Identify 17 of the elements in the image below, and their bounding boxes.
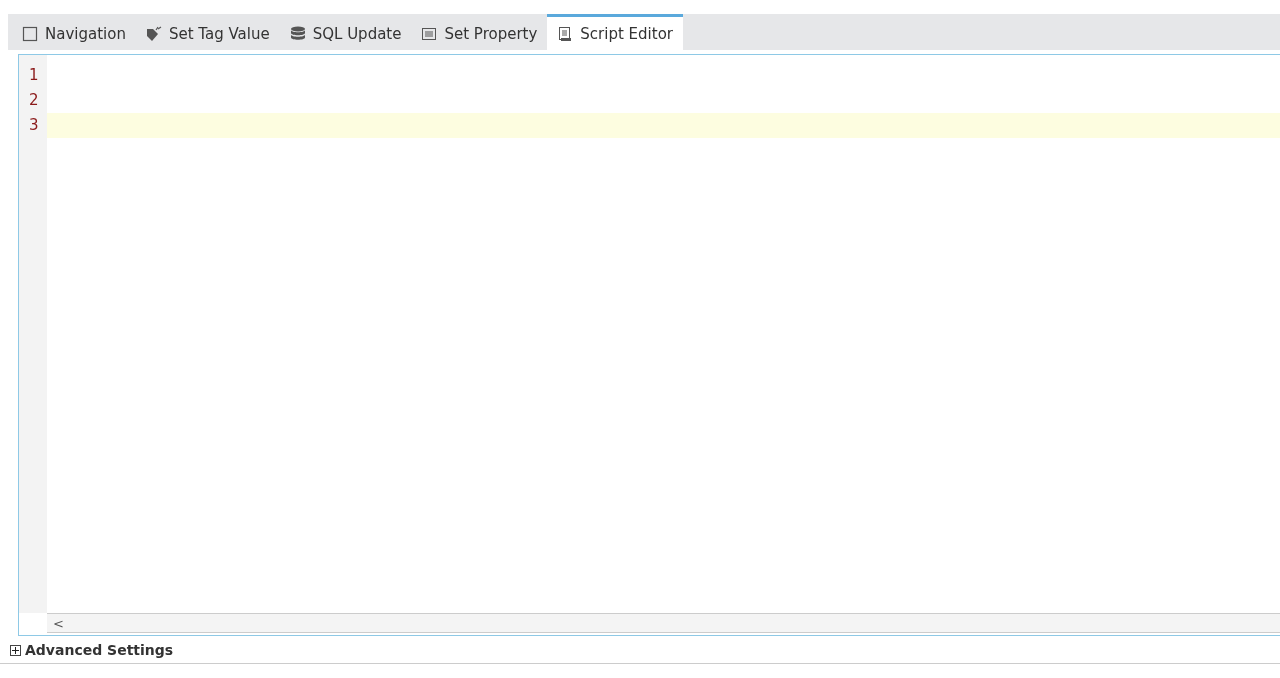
list-icon: [421, 25, 438, 42]
scroll-left-button[interactable]: <: [47, 615, 70, 631]
square-icon: [22, 25, 38, 42]
tab[interactable]: Script Editor: [547, 14, 683, 50]
line-number: 2: [28, 90, 40, 111]
document-icon: [557, 25, 574, 42]
line-number: 3: [28, 115, 40, 136]
section-label[interactable]: Advanced Settings: [25, 642, 174, 658]
tab[interactable]: SQL Update: [279, 14, 412, 50]
tab[interactable]: Set Property: [411, 14, 548, 50]
line-number: 1: [28, 65, 40, 86]
tab[interactable]: Set Tag Value: [135, 14, 280, 50]
tab[interactable]: Navigation: [12, 14, 136, 50]
horizontal-scrollbar[interactable]: <: [47, 613, 1280, 633]
database-icon: [289, 25, 306, 42]
expand-toggle-icon[interactable]: [10, 644, 21, 656]
script-editor[interactable]: 1 2 3 <: [18, 54, 1280, 636]
